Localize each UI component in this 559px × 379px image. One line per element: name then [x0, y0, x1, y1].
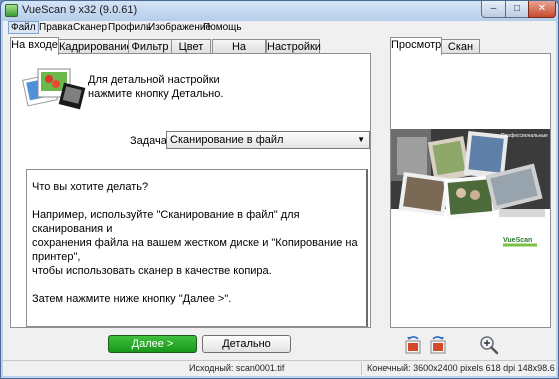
- window-title: VueScan 9 x32 (9.0.61): [22, 4, 138, 16]
- help-example-line-2: сохранения файла на вашем жестком диске …: [32, 237, 358, 263]
- status-bar: Исходный: scan0001.tif Конечный: 3600x24…: [3, 360, 556, 376]
- client-area: На входе Кадрирование Фильтр Цвет На вых…: [3, 34, 556, 376]
- help-example: Например, используйте "Сканирование в фа…: [32, 208, 361, 278]
- menu-file[interactable]: Файл: [8, 21, 39, 34]
- menu-edit[interactable]: Правка: [37, 21, 75, 34]
- app-icon: [5, 4, 18, 17]
- title-bar[interactable]: VueScan 9 x32 (9.0.61) – □ ✕: [1, 1, 558, 21]
- help-next-hint: Затем нажмите ниже кнопку "Далее >".: [32, 293, 232, 305]
- preview-banner-text: Профессиональные: [501, 133, 548, 139]
- task-select-value: Сканирование в файл: [170, 134, 284, 146]
- chevron-down-icon: ▼: [357, 135, 365, 144]
- rotate-left-icon[interactable]: [403, 335, 423, 355]
- input-panel: Для детальной настройки нажмите кнопку Д…: [10, 53, 371, 328]
- task-select[interactable]: Сканирование в файл ▼: [166, 131, 370, 149]
- info-line-1: Для детальной настройки: [88, 74, 220, 86]
- app-window: VueScan 9 x32 (9.0.61) – □ ✕ Файл Правка…: [0, 0, 559, 379]
- next-button[interactable]: Далее >: [108, 335, 197, 353]
- vuescan-logo-text: VueScan: [503, 237, 532, 244]
- preview-panel: Профессиональные VueScan: [390, 53, 551, 328]
- help-example-line-3: чтобы использовать сканер в качестве коп…: [32, 265, 272, 277]
- help-text-box: Что вы хотите делать? Например, использу…: [26, 169, 368, 327]
- preview-image-area: Профессиональные VueScan: [391, 129, 550, 279]
- help-question: Что вы хотите делать?: [32, 181, 149, 193]
- detail-button[interactable]: Детально: [202, 335, 291, 353]
- minimize-button[interactable]: –: [481, 1, 506, 18]
- task-label: Задача:: [130, 135, 170, 147]
- help-example-line-1: Например, используйте "Сканирование в фа…: [32, 209, 300, 235]
- info-text: Для детальной настройки нажмите кнопку Д…: [88, 73, 288, 101]
- menu-help[interactable]: Помощь: [201, 21, 244, 34]
- status-divider: [361, 362, 362, 375]
- menu-scanner[interactable]: Сканер: [71, 21, 109, 34]
- maximize-button[interactable]: □: [505, 1, 529, 18]
- tab-preview[interactable]: Просмотр: [390, 37, 442, 55]
- close-button[interactable]: ✕: [528, 1, 556, 18]
- menu-bar: Файл Правка Сканер Профиль Изображение П…: [3, 21, 556, 34]
- tab-input[interactable]: На входе: [10, 37, 59, 55]
- status-output: Конечный: 3600x2400 pixels 618 dpi 148x9…: [367, 363, 555, 373]
- rotate-right-icon[interactable]: [428, 335, 448, 355]
- info-line-2: нажмите кнопку Детально.: [88, 88, 224, 100]
- vuescan-logo: VueScan: [493, 230, 545, 248]
- photos-icon: [22, 68, 86, 110]
- status-source: Исходный: scan0001.tif: [189, 363, 285, 373]
- zoom-in-icon[interactable]: [479, 335, 499, 355]
- preview-image: Профессиональные VueScan: [391, 129, 550, 248]
